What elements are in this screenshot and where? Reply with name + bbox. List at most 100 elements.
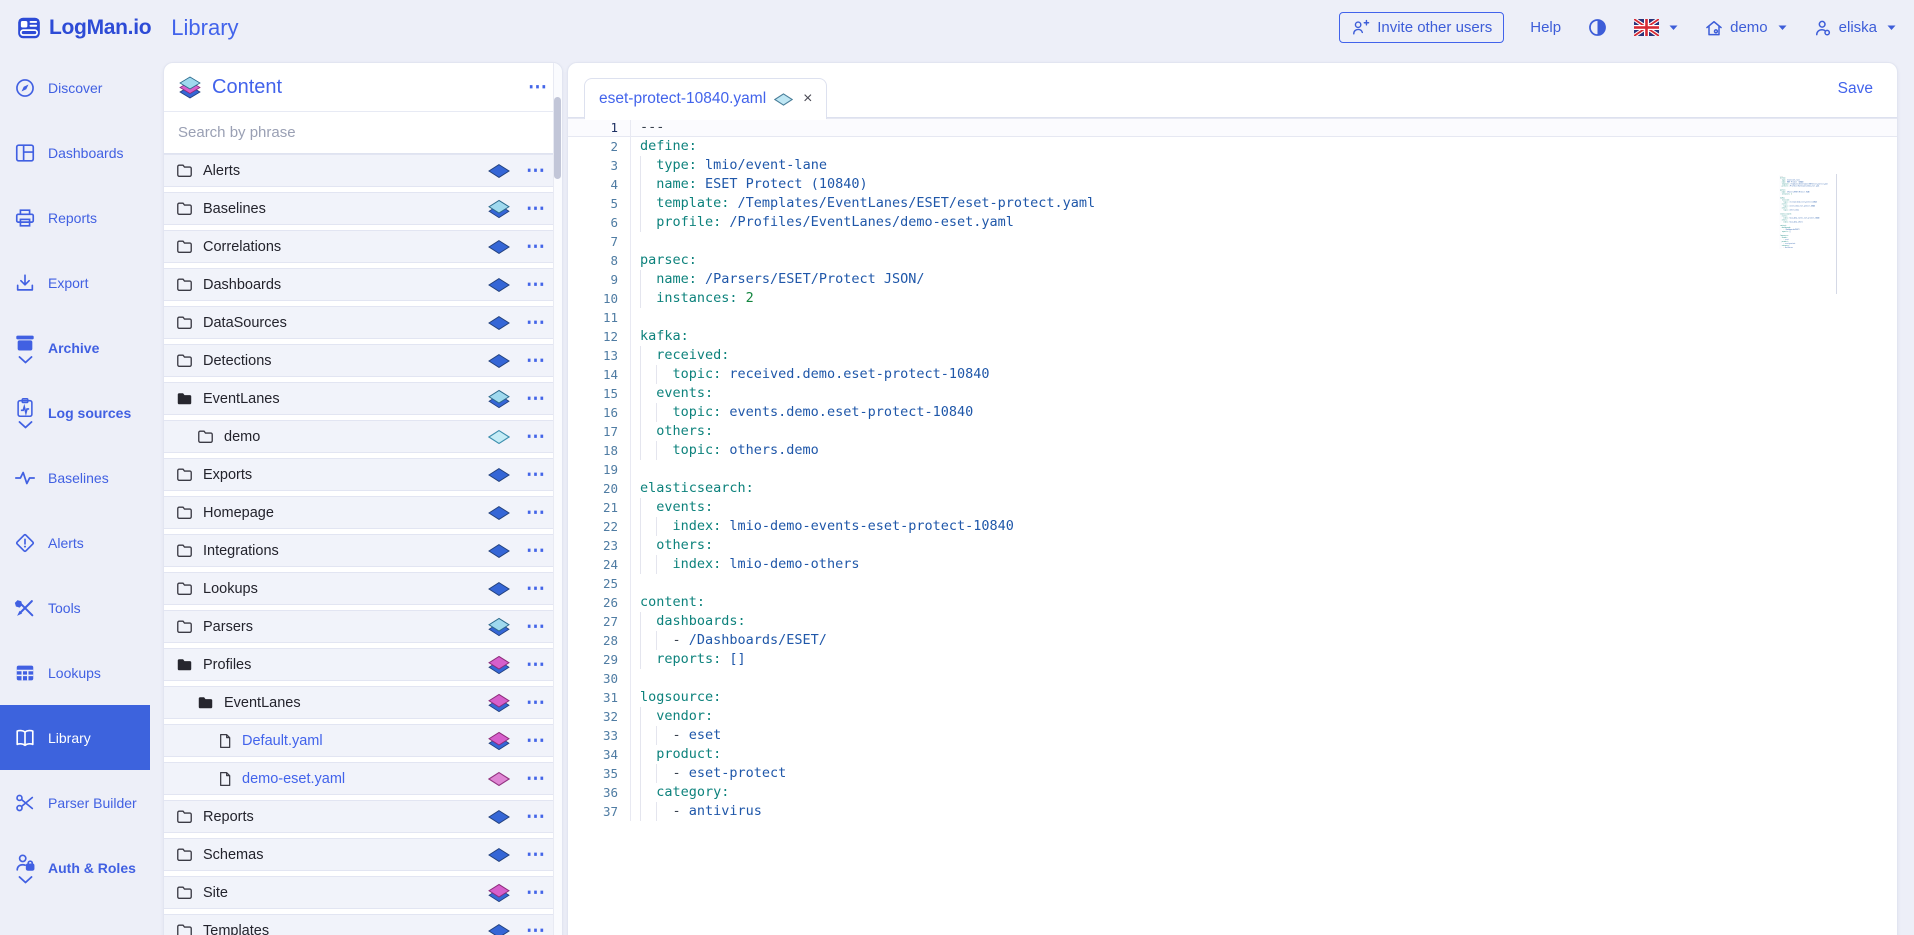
sidebar-item-baselines[interactable]: Baselines — [0, 445, 150, 510]
sidebar-item-dashboards[interactable]: Dashboards — [0, 120, 150, 185]
row-menu-button[interactable]: ⋯ — [526, 465, 546, 484]
tree-item-templates[interactable]: Templates⋯ — [164, 914, 562, 935]
tree-item-dashboards[interactable]: Dashboards⋯ — [164, 268, 562, 301]
export-icon — [14, 272, 36, 294]
row-menu-button[interactable]: ⋯ — [526, 883, 546, 902]
sidebar-item-discover[interactable]: Discover — [0, 55, 150, 120]
tree-item-homepage[interactable]: Homepage⋯ — [164, 496, 562, 529]
row-menu-button[interactable]: ⋯ — [526, 161, 546, 180]
sidebar-item-export[interactable]: Export — [0, 250, 150, 315]
theme-toggle[interactable] — [1587, 17, 1608, 38]
tree-item-demo-eset-yaml[interactable]: demo-eset.yaml ⋯ — [164, 762, 562, 795]
tree-item-detections[interactable]: Detections⋯ — [164, 344, 562, 377]
tree-item-lookups[interactable]: Lookups⋯ — [164, 572, 562, 605]
row-menu-button[interactable]: ⋯ — [526, 541, 546, 560]
code-line: 28- /Dashboards/ESET/ — [568, 631, 1897, 650]
sidebar-item-library[interactable]: Library — [0, 705, 150, 770]
code-line: 12kafka: — [568, 327, 1897, 346]
row-menu-button[interactable]: ⋯ — [526, 769, 546, 788]
diamond-blue-icon — [488, 505, 510, 520]
row-menu-button[interactable]: ⋯ — [526, 921, 546, 935]
tree-item-default-yaml[interactable]: Default.yaml ⋯ — [164, 724, 562, 757]
row-menu-button[interactable]: ⋯ — [526, 731, 546, 750]
line-number: 7 — [568, 232, 630, 251]
language-menu[interactable] — [1634, 19, 1678, 36]
code-line: 6profile: /Profiles/EventLanes/demo-eset… — [568, 213, 1897, 232]
folder-icon — [176, 353, 193, 368]
tree-item-schemas[interactable]: Schemas⋯ — [164, 838, 562, 871]
row-menu-button[interactable]: ⋯ — [526, 237, 546, 256]
row-menu-button[interactable]: ⋯ — [526, 503, 546, 522]
code-line: 11 — [568, 308, 1897, 327]
row-menu-button[interactable]: ⋯ — [526, 845, 546, 864]
folder-icon — [176, 467, 193, 482]
tree-item-baselines[interactable]: Baselines⋯ — [164, 192, 562, 225]
tree-item-datasources[interactable]: DataSources ⋯ — [164, 306, 562, 339]
line-number: 11 — [568, 308, 630, 327]
logo[interactable]: LogMan.io — [16, 15, 151, 41]
tree-item-exports[interactable]: Exports⋯ — [164, 458, 562, 491]
row-menu-button[interactable]: ⋯ — [526, 389, 546, 408]
tree-item-integrations[interactable]: Integrations⋯ — [164, 534, 562, 567]
sidebar-item-alerts[interactable]: Alerts — [0, 510, 150, 575]
line-number: 34 — [568, 745, 630, 764]
code-line: 8parsec: — [568, 251, 1897, 270]
row-menu-button[interactable]: ⋯ — [526, 693, 546, 712]
sidebar-item-parser-builder[interactable]: Parser Builder — [0, 770, 150, 835]
tree-item-alerts[interactable]: Alerts⋯ — [164, 154, 562, 187]
row-menu-button[interactable]: ⋯ — [526, 655, 546, 674]
row-menu-button[interactable]: ⋯ — [526, 313, 546, 332]
content-menu-button[interactable]: ⋯ — [528, 78, 548, 97]
scrollbar-thumb[interactable] — [554, 97, 561, 179]
content-scrollbar[interactable] — [553, 63, 562, 935]
sidebar-item-reports[interactable]: Reports — [0, 185, 150, 250]
diamond-blue-icon — [488, 239, 510, 254]
line-number: 5 — [568, 194, 630, 213]
tree-item-label: DataSources — [203, 315, 287, 331]
tree-item-correlations[interactable]: Correlations⋯ — [164, 230, 562, 263]
minimap[interactable]: 1---2define:3type: lmio/event-lane4name:… — [1779, 175, 1835, 253]
row-menu-button[interactable]: ⋯ — [526, 579, 546, 598]
row-menu-button[interactable]: ⋯ — [526, 807, 546, 826]
sidebar-item-log-sources[interactable]: Log sources — [0, 380, 150, 445]
code-line: 2define: — [568, 137, 1897, 156]
row-menu-button[interactable]: ⋯ — [526, 617, 546, 636]
code-line: 34product: — [568, 745, 1897, 764]
folder-icon — [176, 505, 193, 520]
row-menu-button[interactable]: ⋯ — [526, 275, 546, 294]
row-menu-button[interactable]: ⋯ — [526, 199, 546, 218]
tree-item-label[interactable]: Default.yaml — [242, 733, 323, 749]
tree-item-label[interactable]: demo-eset.yaml — [242, 771, 345, 787]
invite-users-button[interactable]: Invite other users — [1339, 12, 1504, 43]
row-menu-button[interactable]: ⋯ — [526, 427, 546, 446]
code-line: 37- antivirus — [1779, 247, 1835, 249]
tenant-menu[interactable]: demo — [1704, 18, 1787, 38]
code-line: 33- eset — [568, 726, 1897, 745]
code-editor[interactable]: 1---2define:3type: lmio/event-lane4name:… — [568, 118, 1897, 935]
save-button[interactable]: Save — [1838, 80, 1873, 98]
editor-scrollbar[interactable] — [1836, 174, 1837, 294]
sidebar-item-lookups[interactable]: Lookups — [0, 640, 150, 705]
tree-item-eventlanes[interactable]: EventLanes⋯ — [164, 686, 562, 719]
sidebar-item-label: Discover — [48, 80, 102, 96]
code-line: 9name: /Parsers/ESET/Protect JSON/ — [568, 270, 1897, 289]
sidebar-item-auth-roles[interactable]: Auth & Roles — [0, 835, 150, 900]
tree-item-site[interactable]: Site⋯ — [164, 876, 562, 909]
user-menu[interactable]: eliska — [1813, 18, 1896, 38]
sidebar-item-archive[interactable]: Archive — [0, 315, 150, 380]
row-menu-button[interactable]: ⋯ — [526, 351, 546, 370]
close-tab-button[interactable]: × — [803, 91, 812, 107]
line-number: 9 — [568, 270, 630, 289]
tab-eset-protect-yaml[interactable]: eset-protect-10840.yaml × — [584, 78, 827, 119]
tree-item-profiles[interactable]: Profiles⋯ — [164, 648, 562, 681]
code-line: 13received: — [568, 346, 1897, 365]
diamond-icon — [774, 93, 793, 106]
tree-item-eventlanes[interactable]: EventLanes⋯ — [164, 382, 562, 415]
user-icon — [1813, 18, 1833, 38]
tree-item-parsers[interactable]: Parsers⋯ — [164, 610, 562, 643]
search-input[interactable] — [164, 112, 562, 153]
tree-item-demo[interactable]: demo⋯ — [164, 420, 562, 453]
sidebar-item-tools[interactable]: Tools — [0, 575, 150, 640]
tree-item-reports[interactable]: Reports⋯ — [164, 800, 562, 833]
help-link[interactable]: Help — [1530, 19, 1561, 36]
